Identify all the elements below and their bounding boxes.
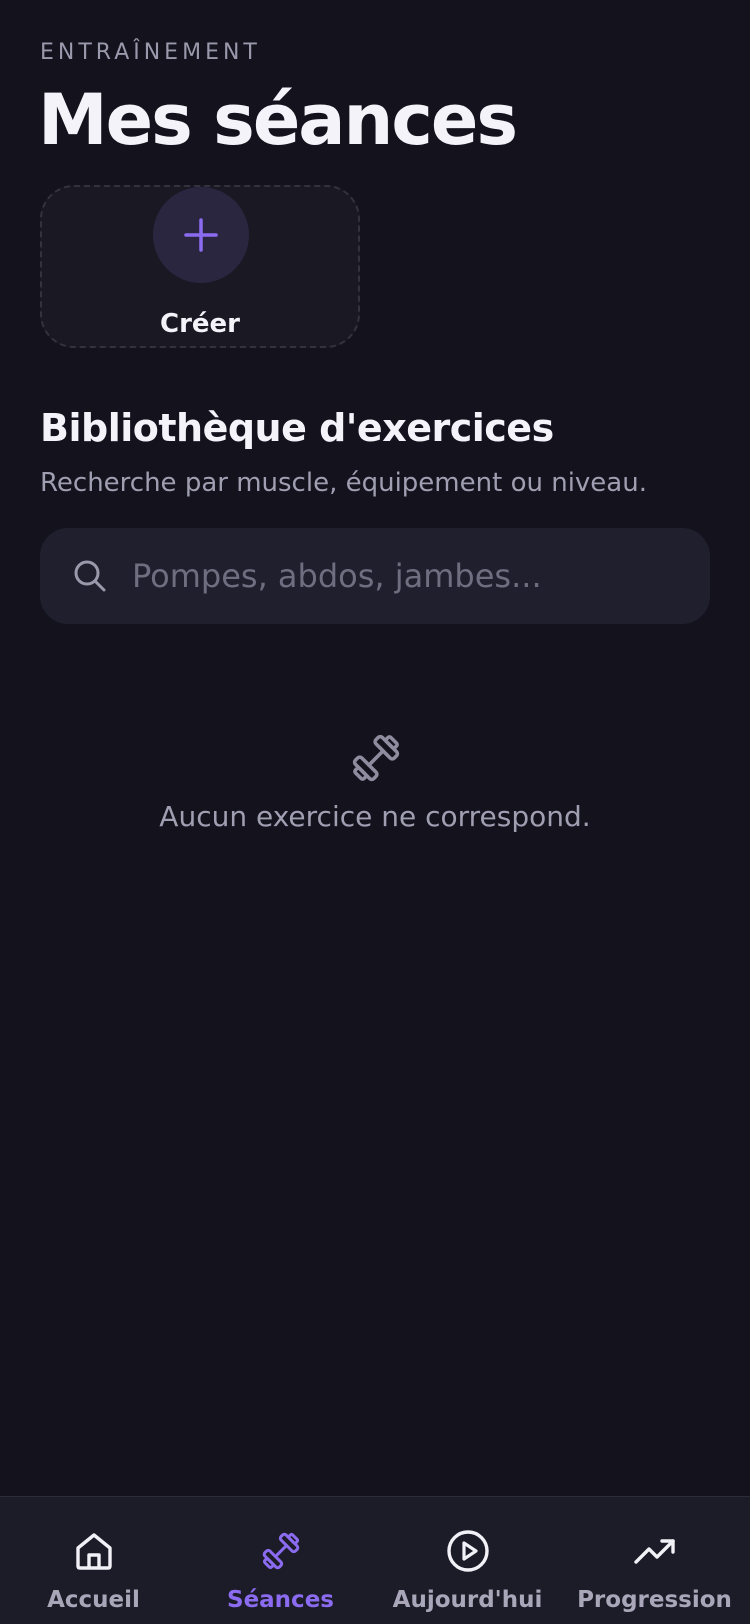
- tab-accueil[interactable]: Accueil: [0, 1497, 187, 1624]
- tab-label: Progression: [577, 1587, 732, 1613]
- tab-aujourdhui[interactable]: Aujourd'hui: [374, 1497, 561, 1624]
- play-circle-icon: [447, 1530, 489, 1572]
- search-input[interactable]: [132, 528, 692, 624]
- tab-seances[interactable]: Séances: [187, 1497, 374, 1624]
- tab-label: Accueil: [47, 1587, 140, 1613]
- dumbbell-icon: [262, 1532, 300, 1570]
- library-subtitle: Recherche par muscle, équipement ou nive…: [40, 468, 647, 498]
- create-icon-circle: [153, 187, 249, 283]
- tab-label: Séances: [227, 1587, 334, 1613]
- search-icon: [74, 560, 106, 592]
- tab-label: Aujourd'hui: [392, 1587, 543, 1613]
- library-title: Bibliothèque d'exercices: [40, 406, 554, 450]
- trending-up-icon: [634, 1539, 675, 1564]
- search-field[interactable]: [40, 528, 710, 624]
- create-session-button[interactable]: Créer: [40, 185, 360, 348]
- dumbbell-icon: [352, 734, 400, 782]
- section-eyebrow: ENTRAÎNEMENT: [40, 40, 261, 65]
- create-label: Créer: [160, 309, 240, 339]
- plus-icon: [184, 218, 218, 252]
- screen: ENTRAÎNEMENT Mes séances Créer Bibliothè…: [0, 0, 750, 1624]
- home-icon: [76, 1533, 112, 1570]
- empty-state-message: Aucun exercice ne correspond.: [159, 800, 591, 833]
- bottom-tab-bar: Accueil Séances Aujourd'hui Progression: [0, 1496, 750, 1624]
- tab-progression[interactable]: Progression: [561, 1497, 748, 1624]
- page-title: Mes séances: [38, 79, 518, 161]
